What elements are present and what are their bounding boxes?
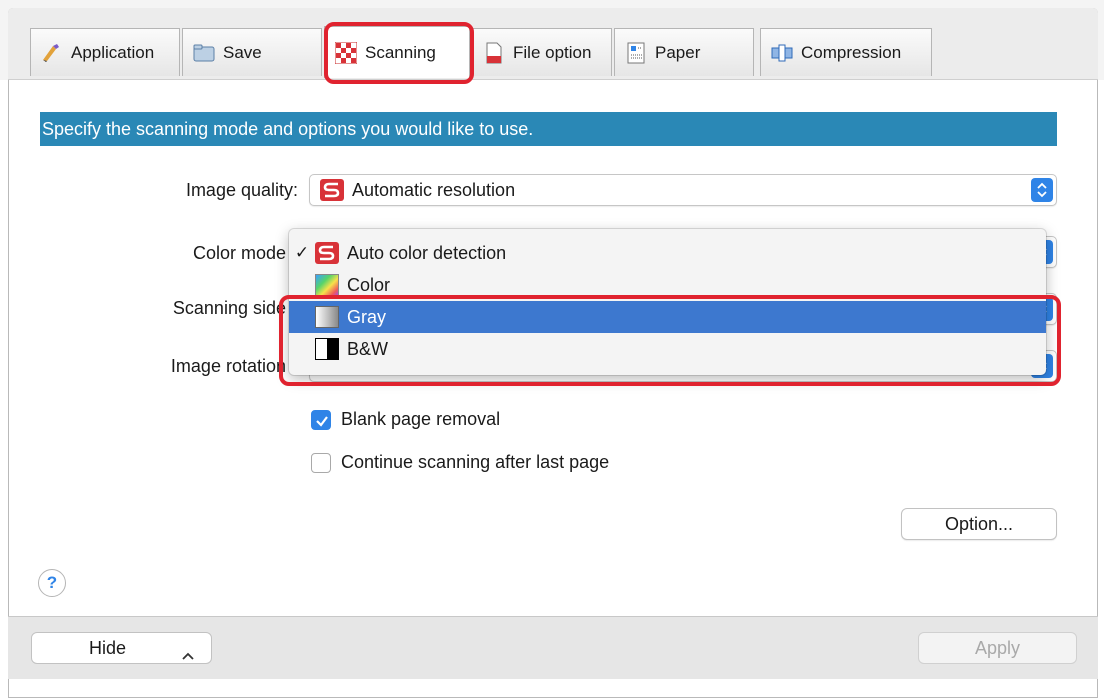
option-button[interactable]: Option... [901,508,1057,540]
continue-scanning-checkbox[interactable] [311,452,331,473]
tab-label: Compression [801,42,902,62]
s-logo-icon [315,242,339,264]
hide-button[interactable]: Hide [31,632,212,664]
image-quality-label: Image quality: [185,180,298,200]
blank-page-removal-row[interactable]: Blank page removal [311,409,500,430]
tab-label: Paper [655,42,701,62]
menu-item-auto-color-detection[interactable]: ✓ Auto color detection [289,237,1046,269]
save-folder-icon [193,42,215,64]
tab-label: Application [71,42,155,62]
scanning-side-label: Scanning side [172,298,286,318]
menu-item-label: B&W [347,338,389,359]
color-mode-menu: ✓ Auto color detection Color Gray B&W [289,229,1046,375]
continue-scanning-row[interactable]: Continue scanning after last page [311,452,609,473]
tab-paper[interactable]: Paper [614,28,754,76]
help-button[interactable]: ? [38,569,66,597]
hide-label: Hide [89,638,127,658]
instruction-banner: Specify the scanning mode and options yo… [40,112,1057,146]
chevron-up-icon [182,644,194,665]
black-white-icon [315,338,339,360]
image-rotation-label: Image rotation [170,356,286,376]
menu-item-label: Auto color detection [347,242,507,263]
tab-label: Scanning [365,42,436,62]
scanning-checker-icon [334,41,358,64]
tab-file-option[interactable]: File option [472,28,612,76]
color-gradient-icon [315,274,339,296]
tab-compression[interactable]: Compression [760,28,932,76]
apply-button[interactable]: Apply [918,632,1077,664]
tab-label: Save [223,42,262,62]
menu-item-label: Gray [347,306,387,327]
blank-page-removal-checkbox[interactable] [311,409,331,430]
gray-gradient-icon [315,306,339,328]
popup-stepper-icon [1031,178,1053,202]
menu-item-gray[interactable]: Gray [289,301,1046,333]
image-quality-popup[interactable]: Automatic resolution [309,174,1057,206]
tab-save[interactable]: Save [182,28,322,76]
continue-scanning-label: Continue scanning after last page [341,452,610,472]
paper-icon [625,42,647,64]
menu-item-bw[interactable]: B&W [289,333,1046,365]
tab-label: File option [513,42,592,62]
image-quality-value: Automatic resolution [352,179,516,200]
file-option-icon [483,42,505,64]
menu-item-color[interactable]: Color [289,269,1046,301]
checkmark-icon: ✓ [294,243,310,262]
s-logo-icon [320,179,344,201]
blank-page-removal-label: Blank page removal [341,409,501,429]
tab-scanning[interactable]: Scanning [324,26,470,78]
compression-icon [771,42,793,64]
tab-application[interactable]: Application [30,28,180,76]
color-mode-label: Color mode [192,243,286,263]
application-icon [41,42,63,64]
menu-item-label: Color [347,274,391,295]
